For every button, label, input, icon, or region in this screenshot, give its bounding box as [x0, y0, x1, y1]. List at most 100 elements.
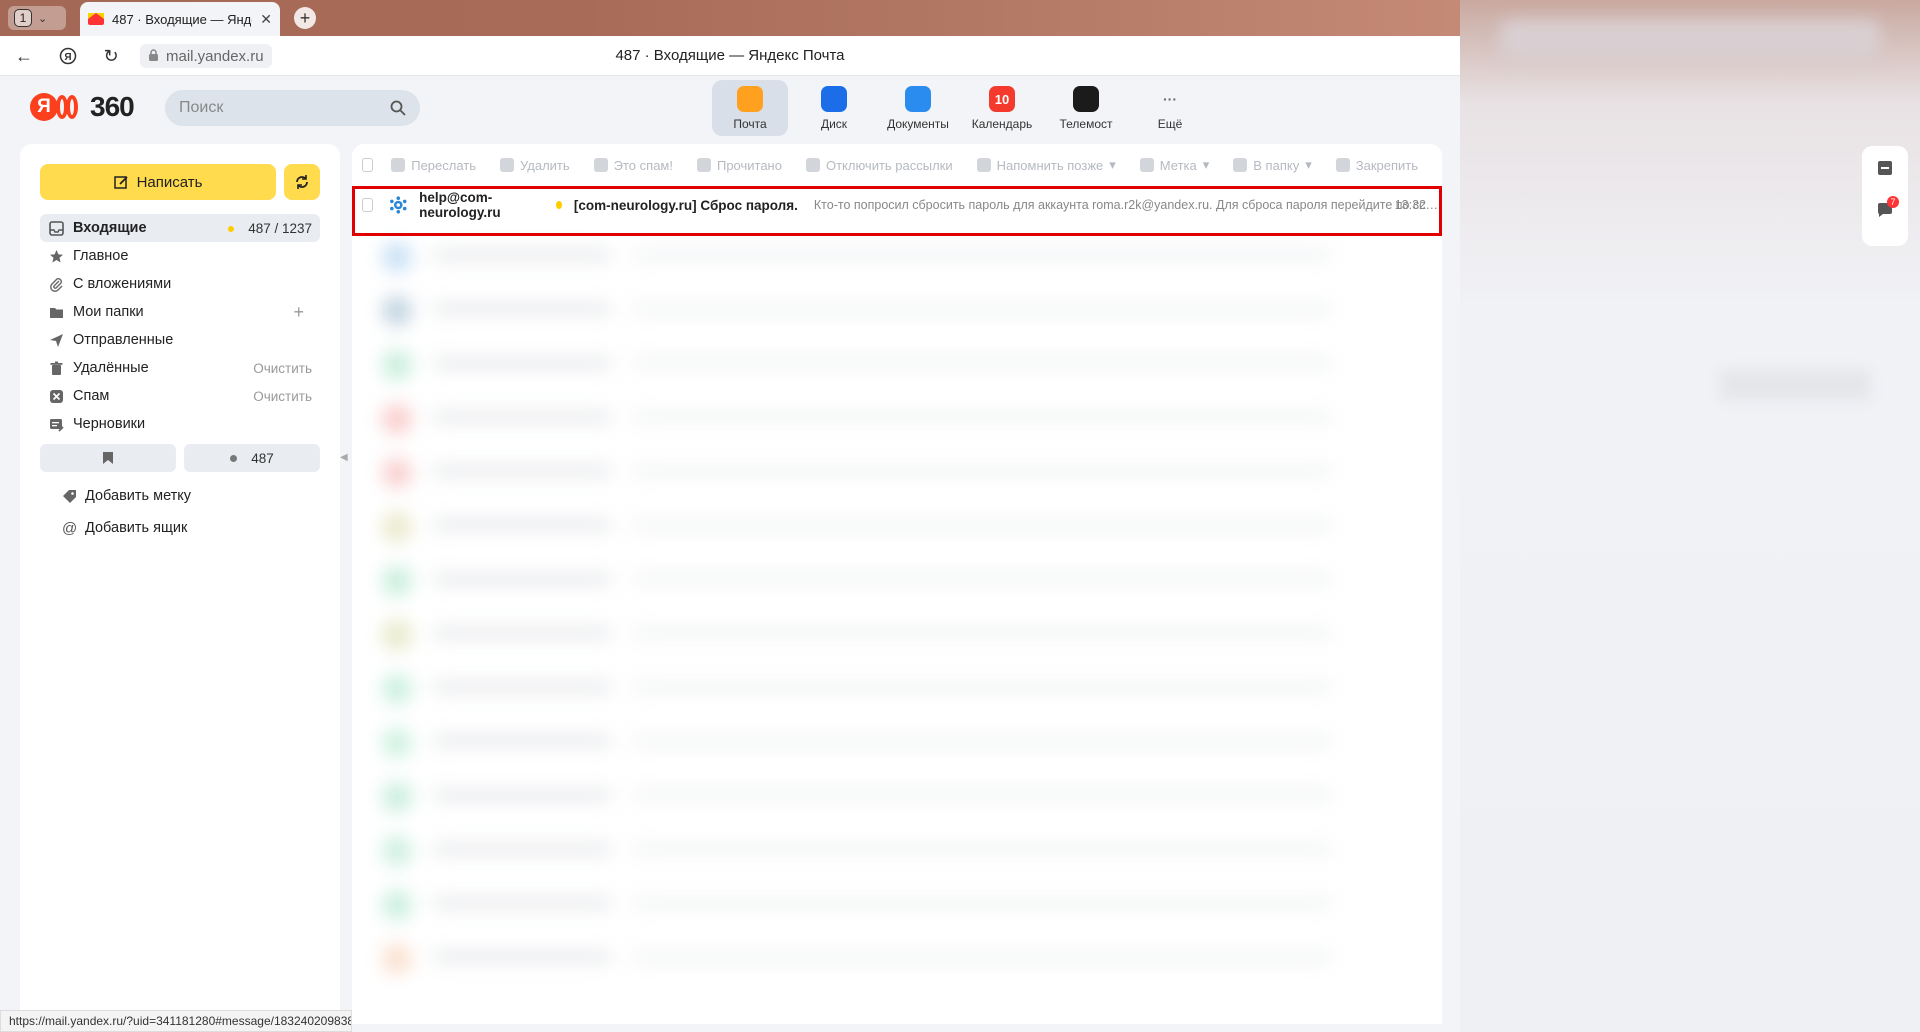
pin-icon: [1335, 158, 1350, 172]
chat-badge: 7: [1887, 196, 1899, 208]
folder-drafts[interactable]: Черновики: [40, 410, 320, 438]
message-snippet: Кто-то попросил сбросить пароль для акка…: [813, 198, 1442, 212]
chevron-down-icon: ▾: [1109, 157, 1116, 172]
service-calendar[interactable]: 10 Календарь: [964, 80, 1040, 136]
tab-count: 1: [14, 9, 32, 27]
folder-trash[interactable]: Удалённые Очистить: [40, 354, 320, 382]
folder-label: Черновики: [73, 416, 146, 432]
folder-label: Главное: [73, 248, 129, 264]
toolbar-label: Прочитано: [716, 157, 782, 173]
add-mailbox-link[interactable]: @ Добавить ящик: [62, 512, 191, 544]
blurred-row: [372, 884, 1412, 922]
more-icon: ···: [1163, 91, 1177, 107]
folder-folder[interactable]: Мои папки +: [40, 298, 320, 326]
blurred-element: [1720, 370, 1870, 400]
toolbar-folder-button[interactable]: В папку ▾: [1233, 157, 1312, 173]
filter-pills: 487: [40, 444, 320, 472]
yandex-360-logo[interactable]: Я 360: [30, 91, 135, 123]
toolbar-label: Закрепить: [1355, 157, 1418, 173]
service-label: Телемост: [1059, 117, 1113, 131]
unread-count: 487: [251, 450, 274, 466]
toolbar-tag-button[interactable]: Метка ▾: [1139, 157, 1209, 173]
archive-icon[interactable]: [1877, 160, 1893, 176]
clear-folder-button[interactable]: Очистить: [253, 389, 312, 404]
new-tab-button[interactable]: +: [294, 7, 316, 29]
search-icon[interactable]: [390, 100, 406, 116]
blurred-row: [372, 344, 1412, 382]
toolbar-trash-button[interactable]: Удалить: [500, 158, 570, 173]
toolbar-label: Переслать: [411, 157, 477, 173]
blurred-row: [372, 506, 1412, 544]
service-more[interactable]: ··· Ещё: [1132, 80, 1208, 136]
folder-label: Отправленные: [73, 332, 174, 348]
add-label-link[interactable]: Добавить метку: [62, 480, 191, 512]
right-rail: 7: [1862, 146, 1908, 246]
blurred-row: [372, 236, 1412, 274]
toolbar-reminder-button[interactable]: Напомнить позже ▾: [976, 157, 1116, 173]
add-label-text: Добавить метку: [85, 488, 192, 504]
sidebar-collapse-icon[interactable]: ◀: [340, 452, 350, 468]
toolbar-label: Метка: [1159, 157, 1197, 173]
message-checkbox[interactable]: [362, 198, 373, 212]
tab-groups-button[interactable]: 1 ⌄: [8, 6, 66, 30]
docs-icon: [905, 86, 931, 112]
folder-label: С вложениями: [73, 276, 172, 292]
search-placeholder: Поиск: [179, 99, 224, 116]
folder-label: Мои папки: [73, 304, 144, 320]
folder-icon: [1233, 158, 1248, 172]
folder-paperclip[interactable]: С вложениями: [40, 270, 320, 298]
refresh-button[interactable]: [284, 164, 320, 200]
sidebar-extra: Добавить метку @ Добавить ящик: [62, 480, 191, 544]
toolbar-unsubscribe-button[interactable]: Отключить рассылки: [805, 158, 953, 173]
folder-count: 487 / 1237: [248, 220, 312, 236]
service-mail[interactable]: Почта: [712, 80, 788, 136]
toolbar-envelope-open-button[interactable]: Прочитано: [696, 157, 782, 173]
folder-icon: [48, 304, 64, 320]
select-all-checkbox[interactable]: [362, 158, 374, 172]
status-bar: https://mail.yandex.ru/?uid=341181280#me…: [0, 1010, 352, 1032]
search-input[interactable]: Поиск: [165, 90, 420, 126]
folder-inbox[interactable]: Входящие 487 / 1237: [40, 214, 320, 242]
bookmark-icon: [103, 452, 113, 464]
edit-icon: [113, 175, 128, 189]
unread-filter-button[interactable]: 487: [184, 444, 320, 472]
folder-label: Спам: [73, 388, 110, 404]
service-docs[interactable]: Документы: [880, 80, 956, 136]
folder-list: Входящие 487 / 1237 Главное С вложениями Мои…: [40, 214, 320, 438]
sender-avatar: [389, 196, 407, 214]
toolbar-pin-button[interactable]: Закрепить: [1335, 157, 1418, 173]
service-telemost[interactable]: Телемост: [1048, 80, 1124, 136]
toolbar-label: В папку: [1253, 157, 1300, 173]
folder-send[interactable]: Отправленные: [40, 326, 320, 354]
unread-dot-icon: [228, 225, 235, 232]
toolbar-label: Напомнить позже: [996, 157, 1104, 173]
service-label: Календарь: [971, 117, 1033, 131]
message-subject: [com-neurology.ru] Сброс пароля.: [573, 197, 798, 213]
disk-icon: [821, 86, 847, 112]
send-icon: [48, 332, 64, 348]
blurred-row: [372, 830, 1412, 868]
toolbar-spam-button[interactable]: Это спам!: [593, 157, 673, 173]
close-icon[interactable]: ✕: [260, 11, 272, 28]
add-folder-button[interactable]: +: [293, 302, 304, 322]
chevron-down-icon: ⌄: [38, 12, 48, 25]
service-disk[interactable]: Диск: [796, 80, 872, 136]
folder-spam[interactable]: Спам Очистить: [40, 382, 320, 410]
arrow-right-icon: [391, 158, 406, 172]
toolbar-label: Это спам!: [613, 157, 673, 173]
left-sidebar: Написать Входящие 487 / 1237 Главное С влож…: [20, 144, 340, 1014]
refresh-icon: [296, 175, 308, 189]
browser-window: 1 ⌄ 487 · Входящие — Яндекс Почта ✕ + ← …: [0, 0, 1460, 1032]
compose-button[interactable]: Написать: [40, 164, 276, 200]
folder-star[interactable]: Главное: [40, 242, 320, 270]
unread-dot-icon[interactable]: [556, 201, 562, 209]
toolbar-arrow-right-button[interactable]: Переслать: [391, 158, 476, 173]
clear-folder-button[interactable]: Очистить: [253, 361, 312, 376]
browser-tab[interactable]: 487 · Входящие — Яндекс Почта ✕: [80, 2, 280, 36]
trash-icon: [48, 360, 64, 376]
calendar-icon: 10: [989, 86, 1015, 112]
message-row[interactable]: help@com-neurology.ru [com-neurology.ru]…: [352, 186, 1442, 224]
chat-icon[interactable]: 7: [1877, 196, 1899, 218]
bookmark-filter-button[interactable]: [40, 444, 176, 472]
blurred-row: [372, 290, 1412, 328]
